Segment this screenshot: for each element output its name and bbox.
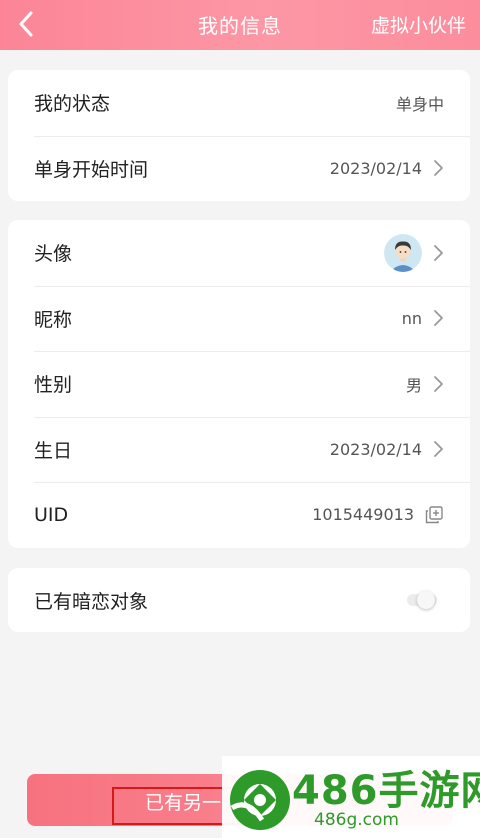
back-button[interactable] bbox=[8, 6, 44, 42]
watermark-url: 486g.com bbox=[314, 810, 399, 830]
birthday-row[interactable]: 生日 2023/02/14 bbox=[8, 416, 470, 483]
birthday-value: 2023/02/14 bbox=[329, 439, 422, 459]
status-card: 我的状态 单身中 单身开始时间 2023/02/14 bbox=[8, 70, 470, 201]
my-status-row: 我的状态 单身中 bbox=[8, 70, 470, 136]
single-since-value: 2023/02/14 bbox=[329, 158, 422, 178]
avatar-label: 头像 bbox=[34, 243, 73, 266]
crush-label: 已有暗恋对象 bbox=[34, 590, 149, 613]
chevron-right-icon bbox=[434, 310, 443, 327]
single-since-row[interactable]: 单身开始时间 2023/02/14 bbox=[8, 135, 470, 202]
birthday-label: 生日 bbox=[34, 439, 73, 462]
virtual-partner-button[interactable]: 虚拟小伙伴 bbox=[371, 11, 466, 38]
gender-value: 男 bbox=[405, 375, 422, 395]
uid-value: 1015449013 bbox=[312, 505, 414, 525]
my-status-value: 单身中 bbox=[395, 94, 444, 114]
gender-row[interactable]: 性别 男 bbox=[8, 351, 470, 417]
nickname-label: 昵称 bbox=[34, 308, 73, 331]
crush-toggle[interactable] bbox=[407, 591, 437, 609]
nickname-row[interactable]: 昵称 nn bbox=[8, 285, 470, 352]
watermark: 486手游网 486g.com bbox=[222, 756, 480, 838]
copy-icon[interactable] bbox=[424, 505, 444, 525]
avatar bbox=[384, 233, 422, 272]
chevron-right-icon bbox=[434, 375, 443, 392]
chevron-left-icon bbox=[19, 11, 33, 37]
single-since-label: 单身开始时间 bbox=[34, 158, 149, 181]
chevron-right-icon bbox=[434, 160, 443, 177]
uid-row: UID 1015449013 bbox=[8, 482, 470, 548]
avatar-icon bbox=[384, 233, 422, 272]
uid-label: UID bbox=[34, 503, 69, 526]
chevron-right-icon bbox=[434, 244, 443, 261]
watermark-title: 486手游网 bbox=[292, 768, 480, 814]
crush-row: 已有暗恋对象 bbox=[8, 568, 470, 632]
nickname-value: nn bbox=[401, 308, 422, 328]
my-status-label: 我的状态 bbox=[34, 93, 111, 116]
toggle-knob bbox=[417, 591, 435, 609]
profile-card: 头像 昵称 nn 性别 男 生日 2023/02/14 UID 10154490… bbox=[8, 220, 470, 548]
chevron-right-icon bbox=[434, 441, 443, 458]
header: 我的信息 虚拟小伙伴 bbox=[0, 0, 480, 50]
watermark-logo-icon bbox=[230, 770, 290, 830]
avatar-row[interactable]: 头像 bbox=[8, 220, 470, 286]
crush-card: 已有暗恋对象 bbox=[8, 568, 470, 632]
gender-label: 性别 bbox=[34, 374, 73, 397]
